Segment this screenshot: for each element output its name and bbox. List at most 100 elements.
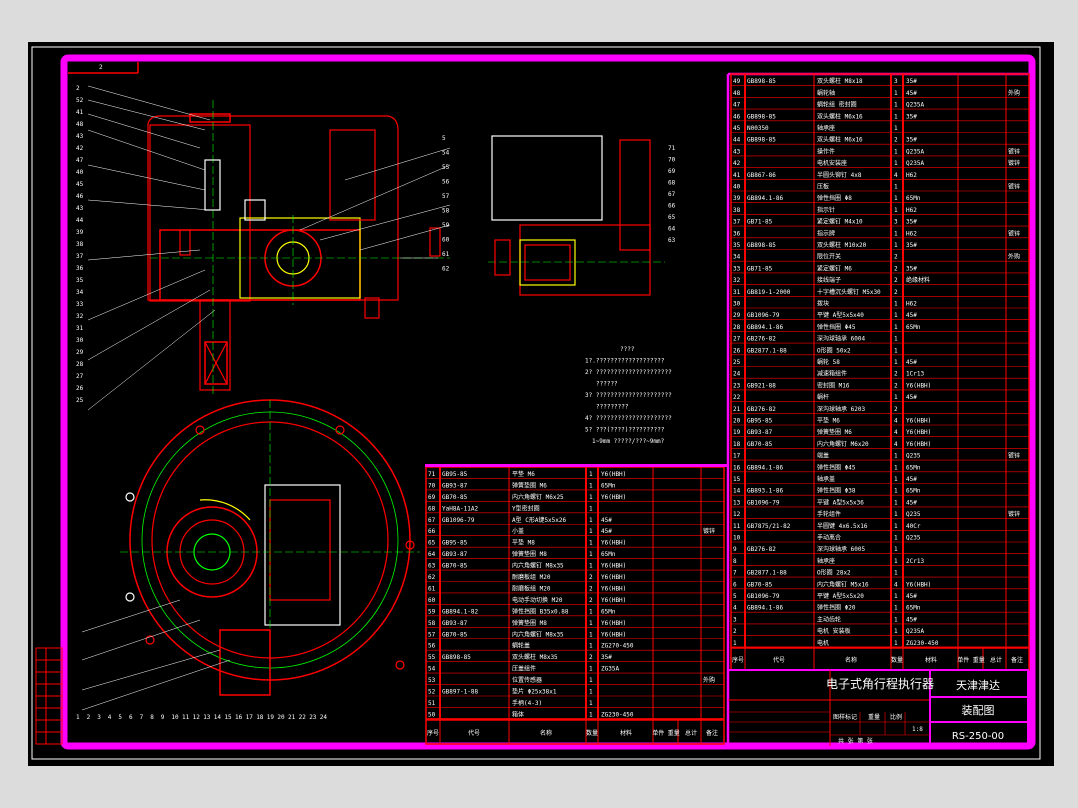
bom-cell: 弹簧垫圈 M6	[817, 428, 852, 436]
bom-cell: 1	[894, 148, 898, 155]
bom-cell: 2Cr13	[906, 558, 924, 565]
bom-cell: Y6(HBH)	[601, 585, 626, 592]
bom-cell: 2	[894, 137, 898, 144]
bom-cell: 45	[733, 125, 741, 132]
bom-cell: GB93-87	[442, 551, 468, 558]
bom-cell: 电机安装座	[817, 159, 847, 167]
bom-cell: GB894.1-86	[747, 464, 784, 471]
bom-cell: 2	[894, 382, 898, 389]
bom-cell: 58	[428, 620, 436, 627]
bom-cell: ZG35A	[601, 666, 619, 673]
bom-cell: 29	[733, 312, 741, 319]
bom-cell: 1	[894, 184, 898, 191]
bom-header-cell: 代号	[468, 729, 480, 737]
callout-number: 56	[442, 179, 450, 186]
callout-number: 30	[76, 337, 84, 344]
bom-cell: 压板	[817, 183, 829, 191]
bom-cell: GB819-1-2000	[747, 289, 791, 296]
bom-cell: 平键 A型5x5x40	[817, 311, 864, 319]
bom-cell: Q235A	[906, 148, 924, 155]
bom-cell: 4	[894, 418, 898, 425]
note-line: 2? ?????????????????????	[585, 369, 672, 376]
bom-cell: 17	[733, 453, 741, 460]
bom-cell: 65Mn	[906, 464, 921, 471]
bom-cell: 蜗轮盖	[512, 642, 530, 650]
bom-cell: Y6(HBH)	[601, 597, 626, 604]
bom-cell: 1	[894, 499, 898, 506]
bom-cell: 1	[589, 608, 593, 615]
callout-number: 60	[442, 237, 450, 244]
bom-cell: 内六角螺钉 M6x20	[817, 440, 869, 448]
bom-cell: 51	[428, 700, 436, 707]
bom-cell: 1	[894, 125, 898, 132]
callout-number: 66	[668, 203, 676, 210]
bom-cell: Y6(HBH)	[601, 540, 626, 547]
bom-cell: ZG270-450	[601, 643, 634, 650]
callout-number: 28	[76, 361, 84, 368]
bom-cell: 位置传感器	[512, 676, 542, 684]
callout-number: 32	[76, 313, 84, 320]
bom-header-cell: 备注	[706, 729, 718, 737]
callout-number: 70	[668, 157, 676, 164]
bom-cell: 弹簧垫圈 M8	[512, 550, 547, 558]
bom-cell: 1	[894, 546, 898, 553]
bom-cell: 62	[428, 574, 436, 581]
bom-cell: 1	[894, 605, 898, 612]
bom-cell: 外购	[1008, 253, 1020, 261]
bom-cell: 1	[589, 677, 593, 684]
bom-cell: 18	[733, 441, 741, 448]
bom-cell: 镀锌	[1008, 183, 1020, 191]
bom-header-cell: 单件 重量	[652, 729, 680, 737]
bom-cell: 32	[733, 277, 741, 284]
callout-number: 61	[442, 251, 450, 258]
bom-cell: 35#	[906, 78, 917, 85]
callout-number: 40	[76, 169, 84, 176]
bom-cell: 55	[428, 654, 436, 661]
callout-number: 16	[235, 714, 243, 721]
bom-cell: 平垫 M6	[817, 417, 840, 425]
note-line: ?????????	[596, 404, 629, 411]
technical-notes: ???? 1?.??????????????????? 2? ???????????…	[585, 346, 672, 445]
bom-cell: 镀锌	[703, 527, 715, 535]
bom-cell: ZG230-450	[906, 640, 939, 647]
callout-number: 46	[76, 193, 84, 200]
bom-cell: GB898-85	[747, 242, 776, 249]
bom-cell: 35#	[906, 242, 917, 249]
bom-cell: 弹簧垫圈 M6	[512, 481, 547, 489]
bom-cell: 35#	[906, 265, 917, 272]
bom-cell: 37	[733, 219, 741, 226]
callout-number: 4	[108, 714, 112, 721]
bom-cell: 39	[733, 195, 741, 202]
bom-cell: Y6(HBH)	[601, 563, 626, 570]
bom-cell: 1	[589, 482, 593, 489]
bom-cell: 1	[894, 628, 898, 635]
bom-cell: A型 C形A键5x5x26	[512, 516, 567, 524]
bom-cell: 45#	[601, 517, 612, 524]
bom-cell: 43	[733, 148, 741, 155]
drawing-type: 装配图	[962, 704, 995, 717]
bom-cell: 箱体	[512, 710, 524, 718]
bom-cell: GB276-82	[747, 336, 776, 343]
bom-cell: 1	[589, 528, 593, 535]
bom-cell: 27	[733, 336, 741, 343]
bom-cell: 35#	[601, 654, 612, 661]
callout-number: 17	[246, 714, 254, 721]
callout-number: 64	[668, 226, 676, 233]
callout-number: 41	[76, 109, 84, 116]
bom-cell: 1	[894, 207, 898, 214]
bom-cell: Q235A	[906, 102, 924, 109]
bom-cell: 2	[894, 406, 898, 413]
bom-cell: Y6(HBH)	[906, 418, 931, 425]
bom-cell: 减速箱组件	[817, 370, 847, 378]
bom-cell: 弹性挡圈 B35x0.88	[512, 607, 569, 615]
bom-cell: Q235A	[906, 160, 924, 167]
bom-cell: 5	[733, 593, 737, 600]
bom-cell: 轴承座	[817, 557, 835, 565]
bom-cell: 6	[733, 581, 737, 588]
bom-cell: 19	[733, 429, 741, 436]
ratio-header: 比例	[890, 713, 902, 721]
note-line: 1?.???????????????????	[585, 358, 665, 365]
bom-cell: 70	[428, 482, 436, 489]
bom-cell: 61	[428, 585, 436, 592]
bom-cell: 1	[589, 551, 593, 558]
